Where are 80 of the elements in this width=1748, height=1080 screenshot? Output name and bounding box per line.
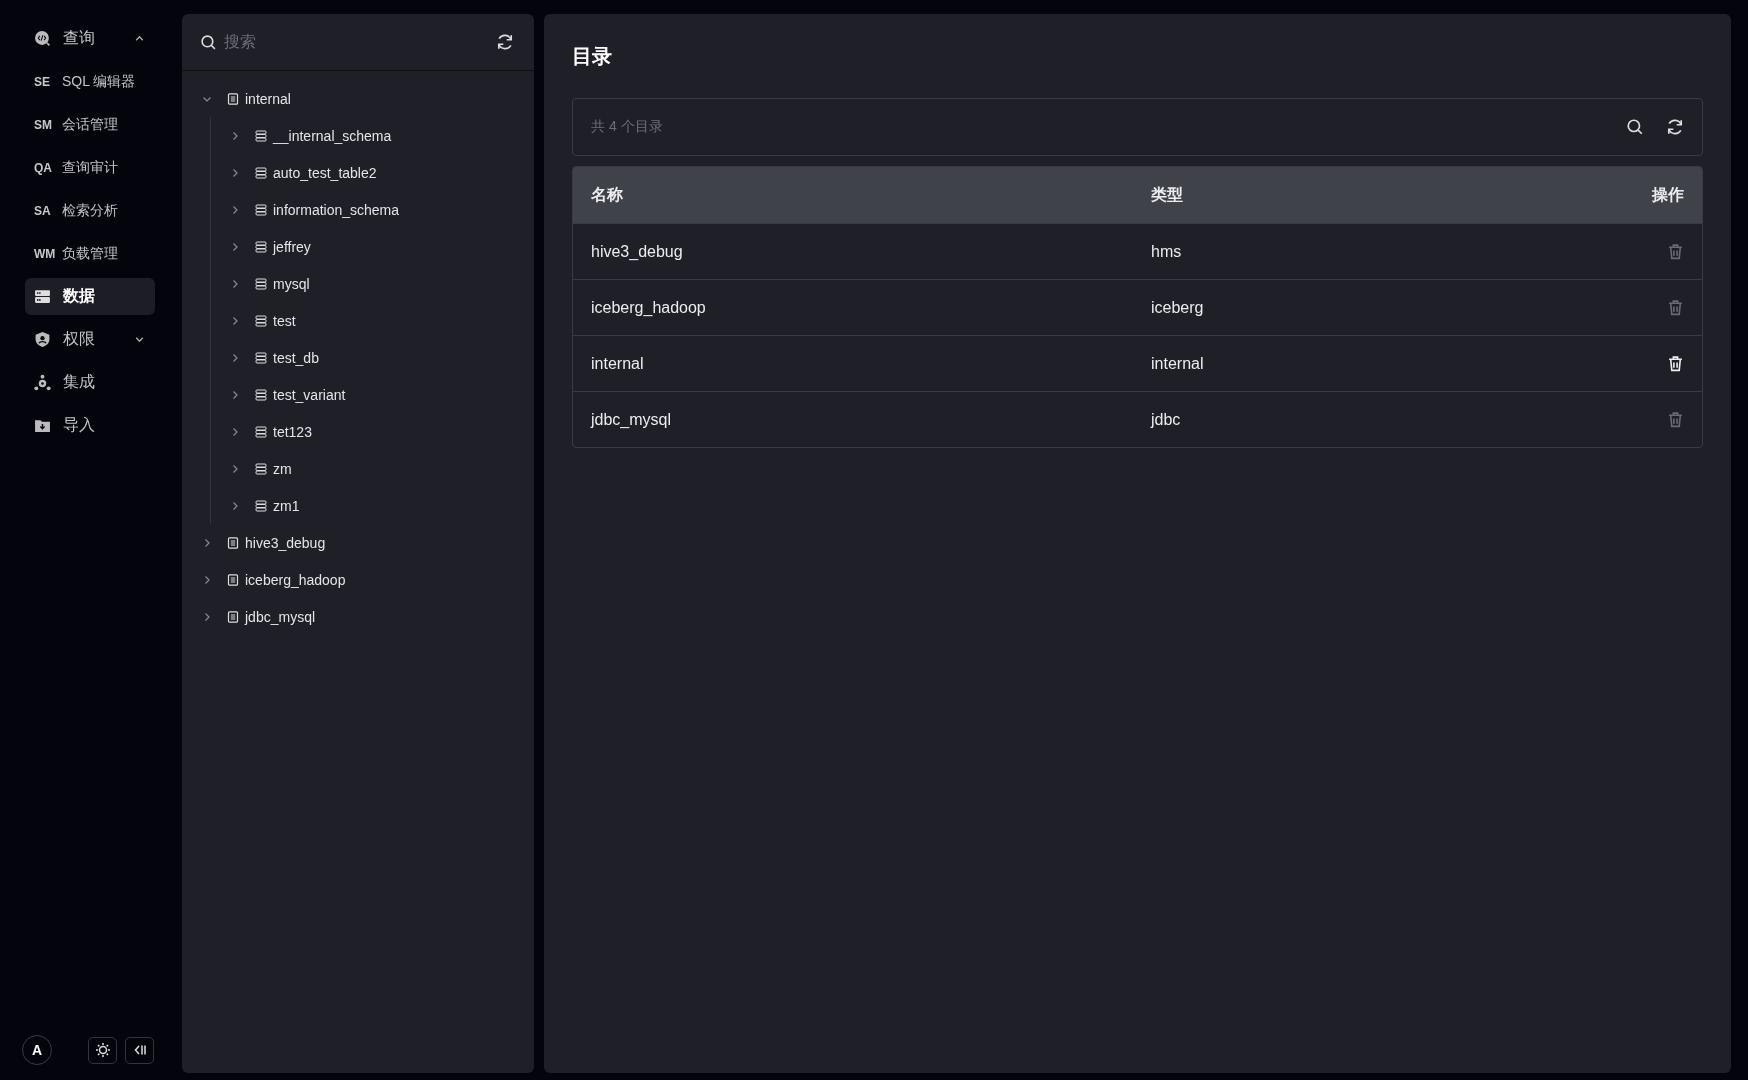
database-icon bbox=[255, 240, 267, 253]
document-icon bbox=[227, 536, 239, 549]
nodes-icon bbox=[34, 374, 51, 391]
chevron-icon[interactable] bbox=[230, 241, 240, 252]
chevron-icon[interactable] bbox=[202, 574, 212, 585]
tree-item[interactable]: information_schema bbox=[182, 191, 534, 228]
chevron-icon[interactable] bbox=[230, 500, 240, 511]
chevron-icon[interactable] bbox=[230, 389, 240, 400]
table-cell-text: internal bbox=[1151, 354, 1205, 373]
database-icon bbox=[255, 277, 267, 290]
tree-item[interactable]: mysql bbox=[182, 265, 534, 302]
nav-item[interactable]: SE SQL 编辑器 bbox=[25, 63, 155, 100]
tree-item[interactable]: test bbox=[182, 302, 534, 339]
tree-item[interactable]: auto_test_table2 bbox=[182, 154, 534, 191]
refresh-icon[interactable] bbox=[1666, 118, 1684, 136]
tree-item[interactable]: iceberg_hadoop bbox=[182, 561, 534, 598]
tree-item[interactable]: jdbc_mysql bbox=[182, 598, 534, 635]
nav-item[interactable]: 集成 bbox=[25, 364, 155, 401]
folder-download-icon bbox=[34, 417, 51, 434]
tree-item[interactable]: zm bbox=[182, 450, 534, 487]
page-title: 目录 bbox=[572, 44, 613, 69]
sun-icon bbox=[94, 1042, 111, 1058]
column-header: 类型 bbox=[1151, 184, 1184, 205]
search-field[interactable]: 搜索 bbox=[222, 32, 496, 52]
tree-item[interactable]: test_variant bbox=[182, 376, 534, 413]
database-icon bbox=[255, 129, 267, 142]
nav-item[interactable]: 权限 bbox=[25, 321, 155, 358]
database-icon bbox=[255, 499, 267, 512]
nav-item[interactable]: 数据 bbox=[25, 278, 155, 315]
chevron-icon[interactable] bbox=[230, 426, 240, 437]
collapse-button[interactable] bbox=[125, 1036, 154, 1064]
table-cell-text: iceberg_hadoop bbox=[590, 298, 707, 317]
theme-button[interactable] bbox=[88, 1036, 117, 1064]
tree-item[interactable]: internal bbox=[182, 80, 534, 117]
table-cell-text: internal bbox=[590, 354, 645, 373]
chevron-icon[interactable] bbox=[230, 167, 240, 178]
table-cell-text: jdbc_mysql bbox=[589, 410, 673, 429]
chevron-icon[interactable] bbox=[230, 130, 240, 141]
table-cell-text: hms bbox=[1151, 242, 1183, 261]
database-icon bbox=[255, 203, 267, 216]
tree-item[interactable]: zm1 bbox=[182, 487, 534, 524]
database-icon bbox=[255, 166, 267, 179]
search-icon bbox=[200, 33, 217, 51]
refresh-icon[interactable] bbox=[496, 33, 514, 51]
nav-item[interactable]: 查询 bbox=[25, 20, 155, 57]
nav-item[interactable]: 导入 bbox=[25, 407, 155, 444]
database-icon bbox=[255, 351, 267, 364]
chevron-icon[interactable] bbox=[202, 611, 212, 622]
chevron-icon[interactable] bbox=[230, 315, 240, 326]
table-cell-text: jdbc bbox=[1151, 410, 1182, 429]
tree-item[interactable]: jeffrey bbox=[182, 228, 534, 265]
database-icon bbox=[255, 462, 267, 475]
column-header: 操作 bbox=[1650, 184, 1685, 205]
chevron-icon[interactable] bbox=[230, 204, 240, 215]
chevron-icon[interactable] bbox=[230, 352, 240, 363]
search-icon[interactable] bbox=[1626, 118, 1644, 136]
table-cell-text: iceberg bbox=[1151, 298, 1205, 317]
database-icon bbox=[255, 388, 267, 401]
database-icon bbox=[255, 314, 267, 327]
nav-item[interactable]: SA 检索分析 bbox=[25, 192, 155, 229]
chevron-icon[interactable] bbox=[202, 537, 212, 548]
nav-item[interactable]: QA 查询审计 bbox=[25, 149, 155, 186]
chevron-icon[interactable] bbox=[230, 278, 240, 289]
catalog-count: 共 4 个目录 bbox=[591, 118, 664, 136]
document-icon bbox=[227, 573, 239, 586]
code-search-icon bbox=[34, 30, 51, 47]
server-icon bbox=[34, 288, 51, 305]
tree-item[interactable]: __internal_schema bbox=[182, 117, 534, 154]
tree-item[interactable]: tet123 bbox=[182, 413, 534, 450]
tree-item[interactable]: hive3_debug bbox=[182, 524, 534, 561]
database-icon bbox=[255, 425, 267, 438]
nav-item[interactable]: WM 负载管理 bbox=[25, 235, 155, 272]
nav-item[interactable]: SM 会话管理 bbox=[25, 106, 155, 143]
table-cell-text: hive3_debug bbox=[590, 242, 684, 261]
document-icon bbox=[227, 610, 239, 623]
column-header: 名称 bbox=[590, 184, 624, 205]
shield-user-icon bbox=[34, 331, 51, 348]
chevron-icon[interactable] bbox=[230, 463, 240, 474]
tree-item[interactable]: test_db bbox=[182, 339, 534, 376]
document-icon bbox=[227, 92, 239, 105]
